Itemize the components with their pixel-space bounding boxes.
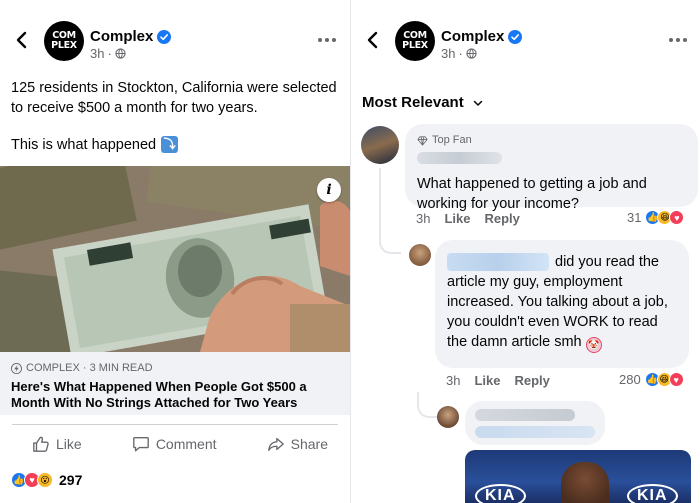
post-meta: 3h ·: [90, 46, 126, 61]
post-body-line: This is what happened: [11, 136, 157, 153]
post-link-image[interactable]: [0, 166, 350, 352]
reply-text-rest: article my guy, employment increased. Yo…: [447, 274, 668, 350]
chevron-down-icon: [473, 100, 482, 106]
globe-icon: [466, 48, 477, 59]
verified-badge-icon: [157, 29, 172, 44]
comment-time[interactable]: 3h: [416, 211, 430, 226]
reply-first-line: did you read the: [447, 252, 677, 272]
like-button[interactable]: Like: [32, 435, 82, 453]
reply-meta: 3h Like Reply: [446, 373, 550, 388]
clown-emoji-icon: 🤡: [585, 337, 602, 353]
link-source-row: COMPLEX · 3 MIN READ: [11, 362, 339, 374]
post-time[interactable]: 3h: [90, 46, 104, 61]
love-reaction-icon: ♥: [668, 372, 684, 387]
diamond-icon: [417, 135, 428, 145]
nested-reply-text-blurred: [475, 426, 595, 438]
thumbs-up-icon: [33, 436, 49, 452]
link-preview-card[interactable]: COMPLEX · 3 MIN READ Here's What Happene…: [0, 352, 350, 415]
more-options-icon[interactable]: [669, 38, 687, 42]
comment-reply-button[interactable]: Reply: [484, 211, 519, 226]
nested-reply-bubble: [465, 401, 605, 445]
money-photo-illustration: [0, 166, 350, 352]
page-name[interactable]: Complex: [90, 28, 153, 45]
comments-header: COM PLEX Complex 3h ·: [351, 0, 700, 72]
nested-reply-photo[interactable]: KIA KIA: [465, 450, 691, 503]
top-fan-label: Top Fan: [432, 134, 472, 146]
meta-dot: ·: [107, 46, 112, 61]
comment-like-button[interactable]: Like: [444, 211, 470, 226]
down-arrow-emoji-icon: ⤵: [161, 136, 179, 153]
comment-text: What happened to getting a job and worki…: [417, 176, 647, 212]
back-arrow-icon[interactable]: [363, 30, 383, 50]
more-options-icon[interactable]: [318, 38, 336, 42]
comment-button[interactable]: Comment: [132, 435, 217, 453]
share-arrow-icon: [267, 437, 284, 451]
wow-reaction-icon: 😮: [37, 472, 53, 488]
thread-connector: [417, 392, 439, 418]
comment-sort-dropdown[interactable]: Most Relevant: [362, 94, 483, 111]
verified-badge-icon: [508, 29, 523, 44]
comment-label: Comment: [155, 435, 217, 452]
reply-reaction-count: 280: [619, 372, 641, 387]
meta-dot: ·: [458, 46, 463, 61]
post-reactions-summary[interactable]: 👍 ♥ 😮 297: [11, 472, 82, 488]
post-header: COM PLEX Complex 3h ·: [0, 0, 350, 72]
love-reaction-icon: ♥: [669, 210, 685, 225]
comment-reactions[interactable]: 31 👍 😆 ♥: [627, 210, 685, 225]
reply-text-start: did you read the: [555, 254, 659, 270]
complex-logo-avatar[interactable]: COM PLEX: [44, 21, 84, 61]
like-label: Like: [56, 435, 82, 452]
logo-text-line2: PLEX: [402, 40, 428, 51]
comment-meta: 3h Like Reply: [416, 211, 520, 226]
reply-reply-button[interactable]: Reply: [514, 373, 549, 388]
post-meta: 3h ·: [441, 46, 477, 61]
photo-person: [561, 462, 609, 503]
back-arrow-icon[interactable]: [12, 30, 32, 50]
post-body-text-2: This is what happened ⤵: [11, 136, 179, 153]
logo-text-line2: PLEX: [51, 40, 77, 51]
reply-name-blurred[interactable]: [447, 253, 549, 271]
reply-avatar[interactable]: [409, 244, 431, 266]
comment-reaction-count: 31: [627, 210, 642, 225]
share-label: Share: [290, 435, 328, 452]
comment-bubble: Top Fan What happened to getting a job a…: [405, 124, 698, 212]
reply-reactions[interactable]: 280 👍 😆 ♥: [619, 372, 684, 387]
reply-text: article my guy, employment increased. Yo…: [447, 272, 677, 353]
globe-icon: [115, 48, 126, 59]
commenter-name-blurred[interactable]: [417, 152, 502, 164]
post-panel: COM PLEX Complex 3h · 125 residents in S…: [0, 0, 350, 503]
commenter-avatar[interactable]: [361, 126, 399, 164]
post-body-text: 125 residents in Stockton, California we…: [11, 80, 337, 116]
link-source-text: COMPLEX · 3 MIN READ: [26, 362, 153, 374]
kia-logo-text: KIA: [627, 484, 678, 503]
page-name-row: Complex: [90, 28, 172, 45]
post-time[interactable]: 3h: [441, 46, 455, 61]
share-button[interactable]: Share: [267, 435, 328, 453]
reaction-count: 297: [59, 472, 83, 488]
nested-reply-avatar[interactable]: [437, 406, 459, 428]
thread-connector: [379, 168, 401, 254]
sort-label: Most Relevant: [362, 94, 464, 111]
page-name-row: Complex: [441, 28, 523, 45]
nested-reply-name-blurred[interactable]: [475, 409, 575, 421]
reply-time[interactable]: 3h: [446, 373, 460, 388]
link-title[interactable]: Here's What Happened When People Got $50…: [11, 379, 339, 411]
kia-logo-text: KIA: [475, 484, 526, 503]
complex-logo-avatar[interactable]: COM PLEX: [395, 21, 435, 61]
page-name[interactable]: Complex: [441, 28, 504, 45]
reply-bubble: did you read the article my guy, employm…: [435, 240, 689, 368]
info-button[interactable]: i: [317, 178, 341, 202]
comments-panel: COM PLEX Complex 3h · Most Relevant Top …: [350, 0, 700, 503]
top-fan-badge: Top Fan: [417, 134, 686, 146]
post-action-bar: Like Comment Share: [12, 424, 338, 462]
lightning-bolt-icon: [11, 362, 22, 374]
reply-like-button[interactable]: Like: [474, 373, 500, 388]
comment-bubble-icon: [132, 436, 149, 451]
